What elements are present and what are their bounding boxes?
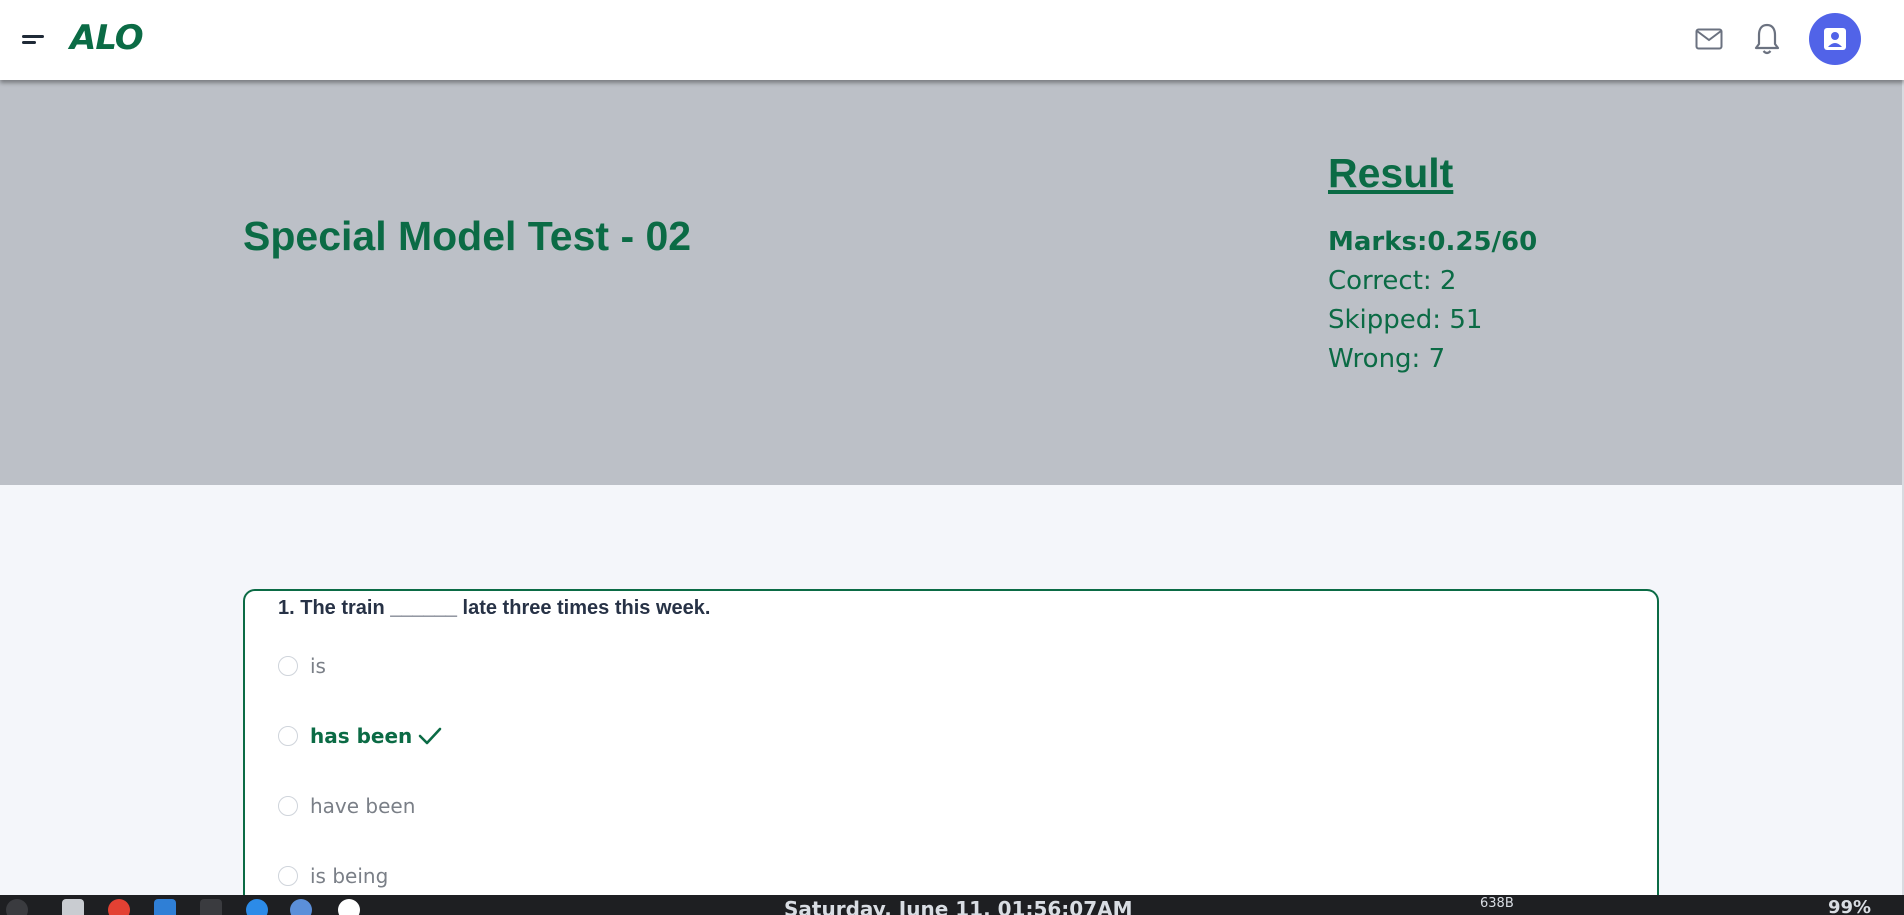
start-menu-icon[interactable] [6,899,28,915]
checkmark-icon [418,726,442,746]
os-taskbar: Saturday, June 11, 01:56:07AM 638B 99% [0,895,1904,915]
battery-level[interactable]: 99% [1828,897,1871,915]
radio-button[interactable] [278,726,298,746]
user-avatar-icon [1824,28,1846,50]
files-icon[interactable] [62,899,84,915]
option-has-been[interactable]: has been [278,721,442,751]
taskbar-clock[interactable]: Saturday, June 11, 01:56:07AM [784,897,1133,915]
wrong-stat: Wrong: 7 [1328,344,1446,374]
result-banner: Special Model Test - 02 Result Marks:0.2… [0,80,1902,485]
user-avatar-button[interactable] [1809,13,1861,65]
network-speed: 638B [1480,896,1514,911]
correct-stat: Correct: 2 [1328,266,1457,296]
bell-icon[interactable] [1748,20,1786,58]
option-is[interactable]: is [278,651,326,681]
question-text: 1. The train ______ late three times thi… [278,597,711,619]
terminal-icon[interactable] [200,899,222,915]
result-heading: Result [1328,150,1454,196]
logo[interactable]: ALO [70,18,144,58]
radio-button[interactable] [278,656,298,676]
settings-icon[interactable] [246,899,268,915]
app-icon[interactable] [338,899,360,915]
option-label: have been [310,794,416,818]
option-is-being[interactable]: is being [278,861,388,891]
page-title: Special Model Test - 02 [243,213,692,259]
marks-stat: Marks:0.25/60 [1328,227,1538,257]
option-have-been[interactable]: have been [278,791,415,821]
question-card: 1. The train ______ late three times thi… [243,589,1659,909]
radio-button[interactable] [278,866,298,886]
top-app-bar: ALO [0,0,1904,80]
qbittorrent-icon[interactable] [290,899,312,915]
menu-icon[interactable] [22,30,48,48]
mail-icon[interactable] [1690,20,1728,58]
option-label: is [310,654,326,678]
radio-button[interactable] [278,796,298,816]
chrome-icon[interactable] [108,899,130,915]
option-label: has been [310,724,413,748]
vscode-icon[interactable] [154,899,176,915]
option-label: is being [310,864,389,888]
skipped-stat: Skipped: 51 [1328,305,1483,335]
